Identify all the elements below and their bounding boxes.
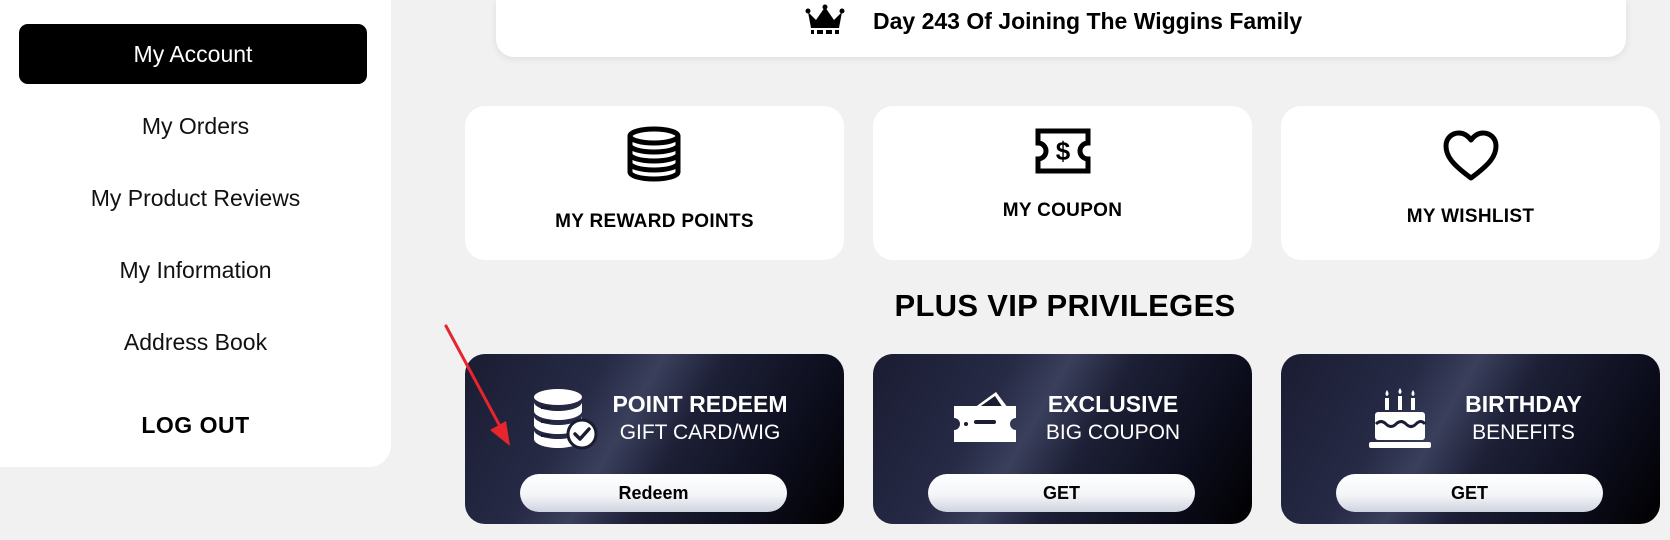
heart-icon xyxy=(1443,130,1499,181)
sidebar-item-label: My Orders xyxy=(141,113,250,139)
sidebar-item-my-information[interactable]: My Information xyxy=(0,257,391,284)
exclusive-subtitle: BIG COUPON xyxy=(1045,421,1181,444)
birthday-title: BIRTHDAY xyxy=(1465,391,1582,417)
vip-section-title: PLUS VIP PRIVILEGES xyxy=(894,288,1236,323)
svg-text:$: $ xyxy=(1056,136,1071,166)
membership-days-text: Day 243 Of Joining The Wiggins Family xyxy=(873,8,1303,34)
reward-points-card[interactable]: MY REWARD POINTS xyxy=(465,106,844,260)
point-redeem-subtitle: GIFT CARD/WIG xyxy=(619,421,781,444)
account-sidebar: My Account My Orders My Product Reviews … xyxy=(0,0,391,467)
exclusive-title: EXCLUSIVE xyxy=(1047,391,1179,417)
sidebar-item-label: My Product Reviews xyxy=(90,185,301,211)
crown-icon xyxy=(805,4,845,34)
coupon-label: MY COUPON xyxy=(1002,200,1123,221)
sidebar-item-label: Address Book xyxy=(123,329,268,355)
birthday-get-button[interactable]: GET xyxy=(1336,474,1603,512)
sidebar-item-my-product-reviews[interactable]: My Product Reviews xyxy=(0,185,391,212)
sidebar-item-label: My Account xyxy=(133,40,253,67)
birthday-subtitle: BENEFITS xyxy=(1472,421,1575,444)
sidebar-item-label: My Information xyxy=(119,257,272,283)
exclusive-coupon-card: EXCLUSIVE BIG COUPON GET xyxy=(873,354,1252,524)
point-redeem-card: POINT REDEEM GIFT CARD/WIG Redeem xyxy=(465,354,844,524)
database-check-icon xyxy=(534,389,598,450)
logout-link[interactable]: LOG OUT xyxy=(0,412,391,439)
sidebar-item-my-account[interactable]: My Account xyxy=(19,24,367,84)
birthday-cake-icon xyxy=(1369,388,1431,448)
point-redeem-title: POINT REDEEM xyxy=(612,391,788,417)
wishlist-label: MY WISHLIST xyxy=(1406,206,1535,227)
coupon-card[interactable]: $ MY COUPON xyxy=(873,106,1252,260)
wishlist-card[interactable]: MY WISHLIST xyxy=(1281,106,1660,260)
reward-points-label: MY REWARD POINTS xyxy=(555,211,754,232)
coupon-get-button[interactable]: GET xyxy=(928,474,1195,512)
redeem-button[interactable]: Redeem xyxy=(520,474,787,512)
sidebar-item-my-orders[interactable]: My Orders xyxy=(0,113,391,140)
coins-stack-icon xyxy=(627,126,681,182)
sidebar-item-address-book[interactable]: Address Book xyxy=(0,329,391,356)
birthday-benefits-card: BIRTHDAY BENEFITS GET xyxy=(1281,354,1660,524)
red-arrow-annotation xyxy=(444,324,510,446)
dollar-ticket-icon: $ xyxy=(1035,128,1091,174)
logout-label: LOG OUT xyxy=(141,412,250,438)
coupon-ticket-icon xyxy=(954,392,1016,442)
